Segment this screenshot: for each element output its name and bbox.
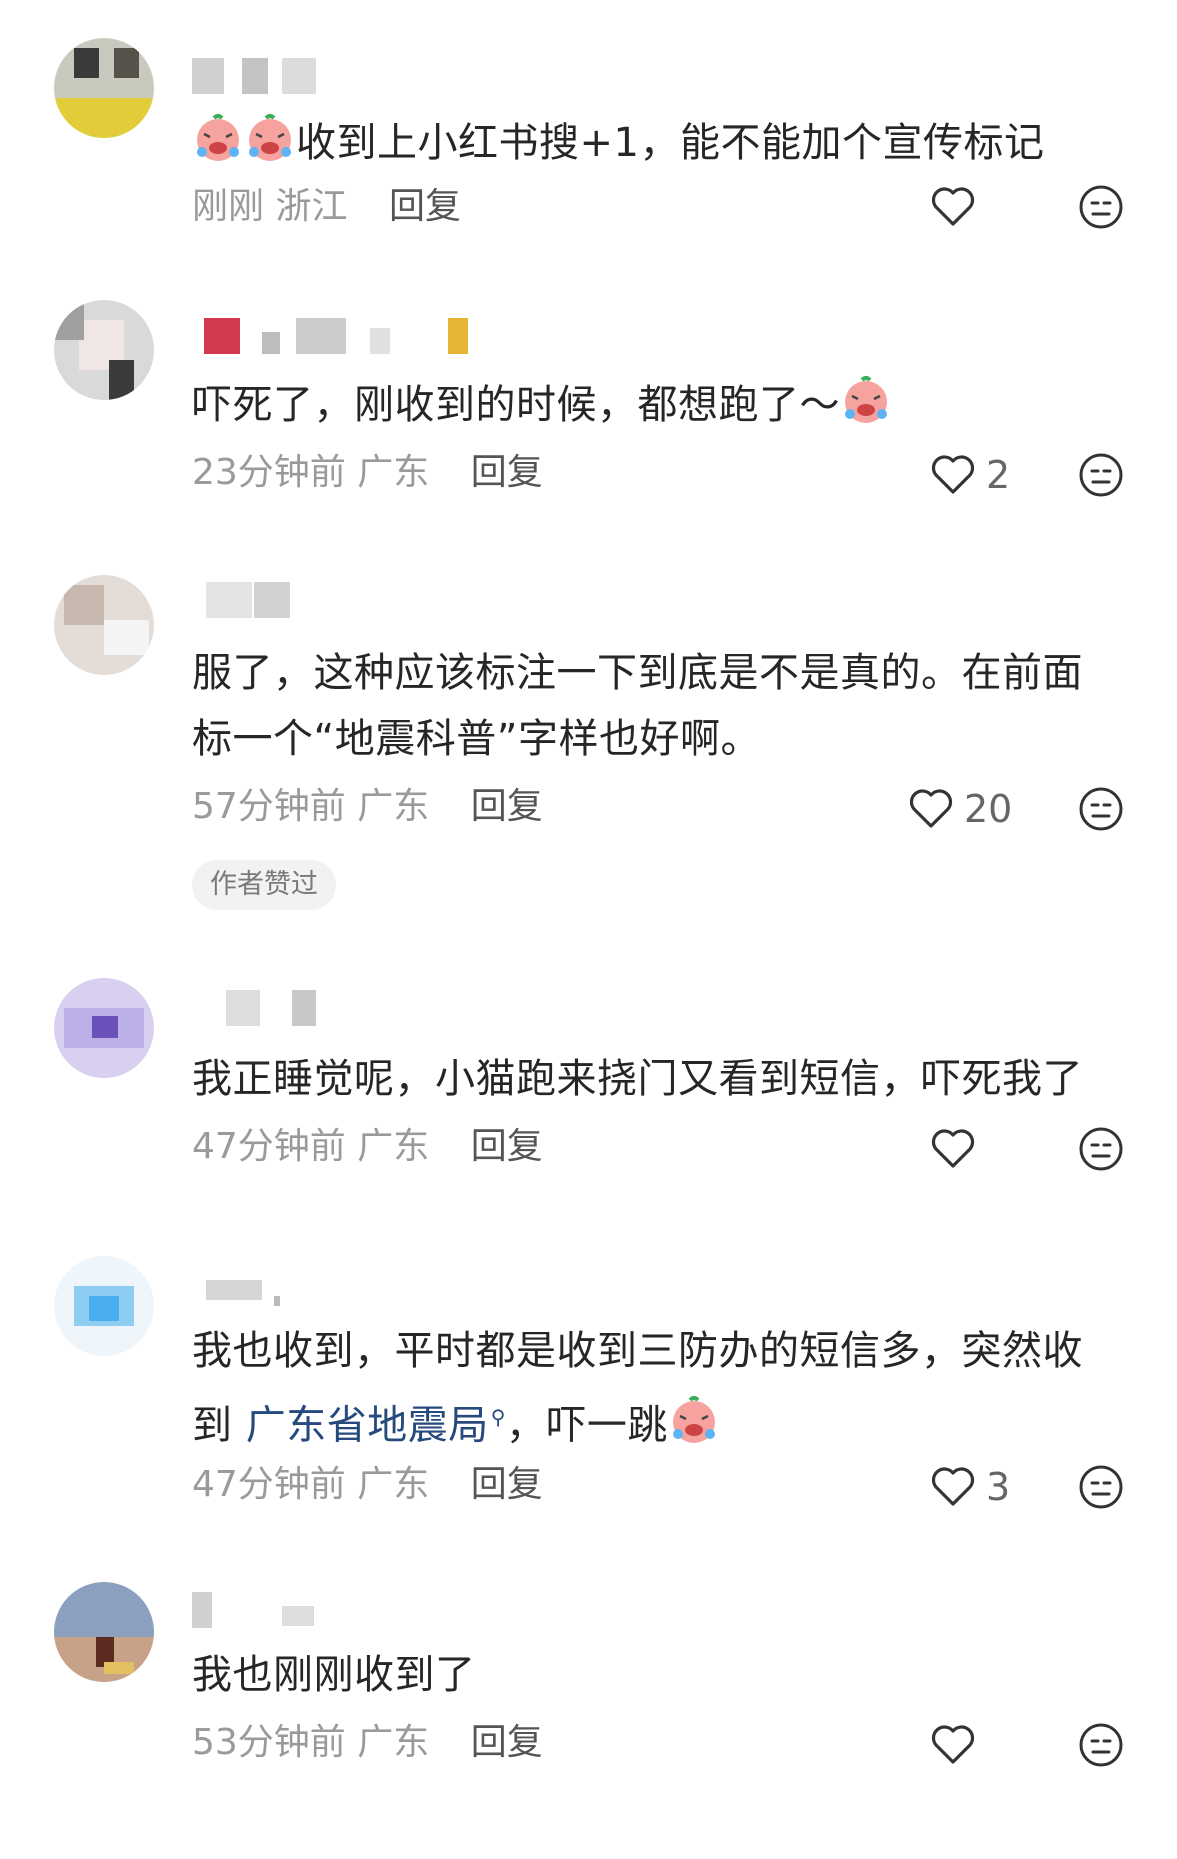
comment-text-part: 吓死了，刚收到的时候，都想跑了～ xyxy=(192,382,840,428)
avatar[interactable] xyxy=(54,978,154,1078)
comment-meta: 57分钟前 广东 回复 xyxy=(192,782,543,832)
neutral-face-icon xyxy=(1079,1723,1123,1767)
comment-meta: 53分钟前 广东 回复 xyxy=(192,1718,543,1768)
comment-text-part: 我也刚刚收到了 xyxy=(192,1652,476,1698)
dislike-button[interactable] xyxy=(1078,1722,1124,1768)
comment-location: 广东 xyxy=(357,1464,430,1505)
comment-text: 我也刚刚收到了 xyxy=(192,1642,1122,1708)
like-count: 20 xyxy=(964,787,1013,831)
neutral-face-icon xyxy=(1079,185,1123,229)
author-liked-badge: 作者赞过 xyxy=(192,860,336,910)
comment-text-part: 到 xyxy=(192,1402,246,1449)
comment-time: 23分钟前 xyxy=(192,452,346,493)
comment-time: 57分钟前 xyxy=(192,786,346,827)
like-button[interactable] xyxy=(930,1720,986,1770)
comment-text-part: 收到上小红书搜+1，能不能加个宣传标记 xyxy=(296,120,1045,166)
comment-meta: 23分钟前 广东 回复 xyxy=(192,448,543,498)
reply-button[interactable]: 回复 xyxy=(471,452,543,493)
dislike-button[interactable] xyxy=(1078,1126,1124,1172)
like-count: 3 xyxy=(986,1465,1011,1509)
heart-outline-icon xyxy=(931,1725,975,1764)
comment-text: 吓死了，刚收到的时候，都想跑了～ xyxy=(192,372,1122,438)
comment-location: 广东 xyxy=(357,1722,430,1763)
heart-outline-icon xyxy=(931,455,975,494)
comment-location: 浙江 xyxy=(275,186,348,227)
dislike-button[interactable] xyxy=(1078,184,1124,230)
comment-text-line: 服了，这种应该标注一下到底是不是真的。在前面 xyxy=(192,650,1083,696)
comment-meta: 47分钟前 广东 回复 xyxy=(192,1460,543,1510)
reply-button[interactable]: 回复 xyxy=(471,1126,543,1167)
reply-button[interactable]: 回复 xyxy=(389,186,461,227)
comment-text: 我正睡觉呢，小猫跑来挠门又看到短信，吓死我了 xyxy=(192,1046,1122,1112)
neutral-face-icon xyxy=(1079,1127,1123,1171)
comment-meta: 47分钟前 广东 回复 xyxy=(192,1122,543,1172)
avatar[interactable] xyxy=(54,575,154,675)
dislike-button[interactable] xyxy=(1078,1464,1124,1510)
comment-text-line: 到 广东省地震局 ⚲，吓一跳 xyxy=(192,1384,1122,1458)
crying-laughing-face-icon xyxy=(244,112,296,164)
heart-outline-icon xyxy=(931,1467,975,1506)
comment-location: 广东 xyxy=(357,786,430,827)
comment-time: 47分钟前 xyxy=(192,1464,346,1505)
neutral-face-icon xyxy=(1079,1465,1123,1509)
avatar[interactable] xyxy=(54,300,154,400)
comment-text-line: 标一个“地震科普”字样也好啊。 xyxy=(192,716,761,762)
like-count: 2 xyxy=(986,453,1011,497)
heart-outline-icon xyxy=(931,1129,975,1168)
comment-time: 47分钟前 xyxy=(192,1126,346,1167)
like-button[interactable] xyxy=(930,182,986,232)
crying-laughing-face-icon xyxy=(840,374,892,426)
comment-text: 收到上小红书搜+1，能不能加个宣传标记 xyxy=(192,110,1122,176)
avatar[interactable] xyxy=(54,1256,154,1356)
heart-outline-icon xyxy=(931,187,975,226)
search-link[interactable]: 广东省地震局 xyxy=(246,1402,489,1448)
dislike-button[interactable] xyxy=(1078,786,1124,832)
comment-location: 广东 xyxy=(357,452,430,493)
dislike-button[interactable] xyxy=(1078,452,1124,498)
comment-location: 广东 xyxy=(357,1126,430,1167)
crying-laughing-face-icon xyxy=(192,112,244,164)
search-icon: ⚲ xyxy=(490,1405,506,1429)
comment-text: 我也收到，平时都是收到三防办的短信多，突然收 到 广东省地震局 ⚲，吓一跳 xyxy=(192,1318,1122,1458)
reply-button[interactable]: 回复 xyxy=(471,1722,543,1763)
comment-text-line: 我也收到，平时都是收到三防办的短信多，突然收 xyxy=(192,1328,1083,1374)
like-button[interactable]: 3 xyxy=(930,1462,1010,1512)
heart-outline-icon xyxy=(909,789,953,828)
like-button[interactable]: 2 xyxy=(930,450,1010,500)
like-button[interactable]: 20 xyxy=(908,784,1012,834)
comment-time: 53分钟前 xyxy=(192,1722,346,1763)
avatar[interactable] xyxy=(54,1582,154,1682)
comment-text: 服了，这种应该标注一下到底是不是真的。在前面 标一个“地震科普”字样也好啊。 xyxy=(192,640,1122,772)
like-button[interactable] xyxy=(930,1124,986,1174)
comment-text-part: 我正睡觉呢，小猫跑来挠门又看到短信，吓死我了 xyxy=(192,1056,1083,1102)
comment-meta: 刚刚 浙江 回复 xyxy=(192,182,461,232)
crying-laughing-face-icon xyxy=(668,1394,720,1446)
comment-text-part: ，吓一跳 xyxy=(505,1402,668,1449)
neutral-face-icon xyxy=(1079,787,1123,831)
comment-time: 刚刚 xyxy=(192,186,265,227)
reply-button[interactable]: 回复 xyxy=(471,1464,543,1505)
reply-button[interactable]: 回复 xyxy=(471,786,543,827)
avatar[interactable] xyxy=(54,38,154,138)
neutral-face-icon xyxy=(1079,453,1123,497)
